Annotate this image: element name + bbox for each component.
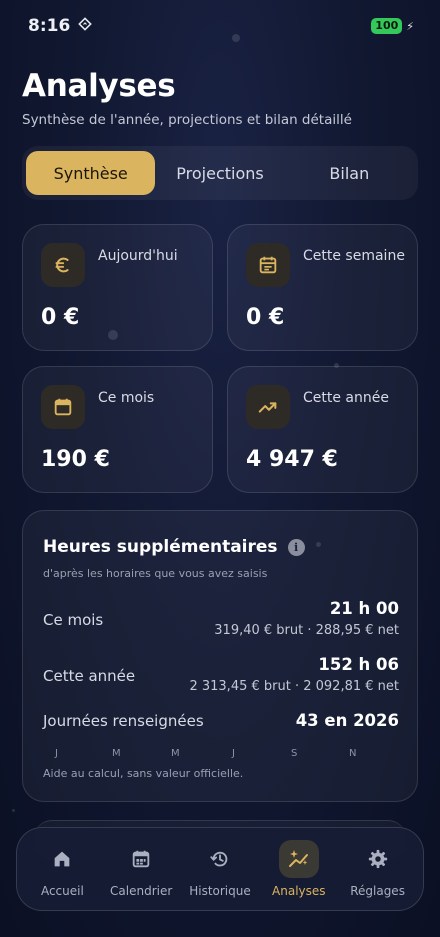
sparkle-chart-icon bbox=[278, 840, 319, 878]
status-left: 8:16 bbox=[28, 16, 93, 36]
status-bar: 8:16 100 ⚡ bbox=[0, 0, 440, 52]
tab-analyses[interactable]: Analyses bbox=[261, 840, 337, 898]
page-header: Analyses Synthèse de l'année, projection… bbox=[22, 68, 352, 128]
home-icon bbox=[42, 840, 82, 878]
status-time: 8:16 bbox=[28, 16, 71, 36]
overtime-month-row: Ce mois 21 h 00 319,40 € brut · 288,95 €… bbox=[43, 599, 399, 647]
overtime-days-label: Journées renseignées bbox=[43, 712, 204, 730]
overtime-year-row: Cette année 152 h 06 2 313,45 € brut · 2… bbox=[43, 655, 399, 703]
overtime-year-detail: 2 313,45 € brut · 2 092,81 € net bbox=[189, 679, 399, 694]
month-tick: M bbox=[112, 748, 121, 759]
stat-card-month[interactable]: Ce mois 190 € bbox=[22, 366, 213, 493]
stat-value: 190 € bbox=[41, 447, 110, 472]
background-speck bbox=[12, 809, 15, 812]
gear-icon bbox=[358, 840, 398, 878]
stat-value: 0 € bbox=[246, 305, 285, 330]
stat-label: Cette semaine bbox=[303, 248, 405, 264]
tab-label: Accueil bbox=[40, 884, 84, 898]
battery-indicator: 100 bbox=[371, 18, 403, 34]
month-tick: S bbox=[291, 748, 298, 759]
month-tick: J bbox=[232, 748, 235, 759]
overtime-month-detail: 319,40 € brut · 288,95 € net bbox=[214, 623, 399, 638]
overtime-days-value: 43 en 2026 bbox=[295, 711, 399, 730]
overtime-month-value: 21 h 00 bbox=[329, 599, 399, 618]
page-title: Analyses bbox=[22, 68, 176, 104]
calendar-month-icon bbox=[41, 385, 85, 429]
calendar-icon bbox=[121, 840, 161, 878]
tab-label: Analyses bbox=[272, 884, 326, 898]
tab-reglages[interactable]: Réglages bbox=[340, 840, 416, 898]
trending-up-icon bbox=[246, 385, 290, 429]
overtime-subtitle: d'après les horaires que vous avez saisi… bbox=[43, 567, 268, 580]
overtime-year-value: 152 h 06 bbox=[318, 655, 399, 674]
tab-label: Calendrier bbox=[110, 884, 173, 898]
month-tick: N bbox=[349, 748, 357, 759]
navigation-diamond-icon bbox=[78, 16, 93, 36]
stat-value: 0 € bbox=[41, 305, 80, 330]
segment-bilan[interactable]: Bilan bbox=[285, 151, 414, 195]
tab-label: Historique bbox=[189, 884, 251, 898]
euro-icon bbox=[41, 243, 85, 287]
stat-card-week[interactable]: Cette semaine 0 € bbox=[227, 224, 418, 351]
overtime-title-row: Heures supplémentaires i bbox=[43, 537, 305, 557]
stat-value: 4 947 € bbox=[246, 447, 338, 472]
bottom-tab-bar: Accueil Calendrier Historique Analyses R… bbox=[16, 827, 424, 911]
stat-card-today[interactable]: Aujourd'hui 0 € bbox=[22, 224, 213, 351]
info-icon[interactable]: i bbox=[287, 538, 305, 556]
segment-projections[interactable]: Projections bbox=[155, 151, 284, 195]
tab-historique[interactable]: Historique bbox=[182, 840, 258, 898]
page-subtitle: Synthèse de l'année, projections et bila… bbox=[22, 112, 352, 128]
overtime-title: Heures supplémentaires bbox=[43, 537, 278, 557]
month-tick: M bbox=[171, 748, 180, 759]
stat-label: Ce mois bbox=[98, 390, 155, 406]
tab-accueil[interactable]: Accueil bbox=[24, 840, 100, 898]
overtime-month-label: Ce mois bbox=[43, 611, 104, 629]
stat-label: Cette année bbox=[303, 390, 389, 406]
calendar-week-icon bbox=[246, 243, 290, 287]
overtime-days-row: Journées renseignées 43 en 2026 bbox=[43, 711, 399, 735]
stat-card-year[interactable]: Cette année 4 947 € bbox=[227, 366, 418, 493]
analysis-segmented-control: Synthèse Projections Bilan bbox=[22, 146, 418, 200]
status-right: 100 ⚡ bbox=[371, 18, 414, 34]
month-tick: J bbox=[55, 748, 58, 759]
charging-bolt-icon: ⚡ bbox=[406, 19, 414, 33]
overtime-year-label: Cette année bbox=[43, 667, 136, 685]
tab-calendrier[interactable]: Calendrier bbox=[103, 840, 179, 898]
history-icon bbox=[200, 840, 240, 878]
overtime-footnote: Aide au calcul, sans valeur officielle. bbox=[43, 767, 244, 780]
month-axis: J M M J S N bbox=[43, 748, 399, 762]
stat-label: Aujourd'hui bbox=[98, 248, 178, 264]
overtime-card: Heures supplémentaires i d'après les hor… bbox=[22, 510, 418, 802]
tab-label: Réglages bbox=[350, 884, 405, 898]
segment-synthese[interactable]: Synthèse bbox=[26, 151, 156, 195]
